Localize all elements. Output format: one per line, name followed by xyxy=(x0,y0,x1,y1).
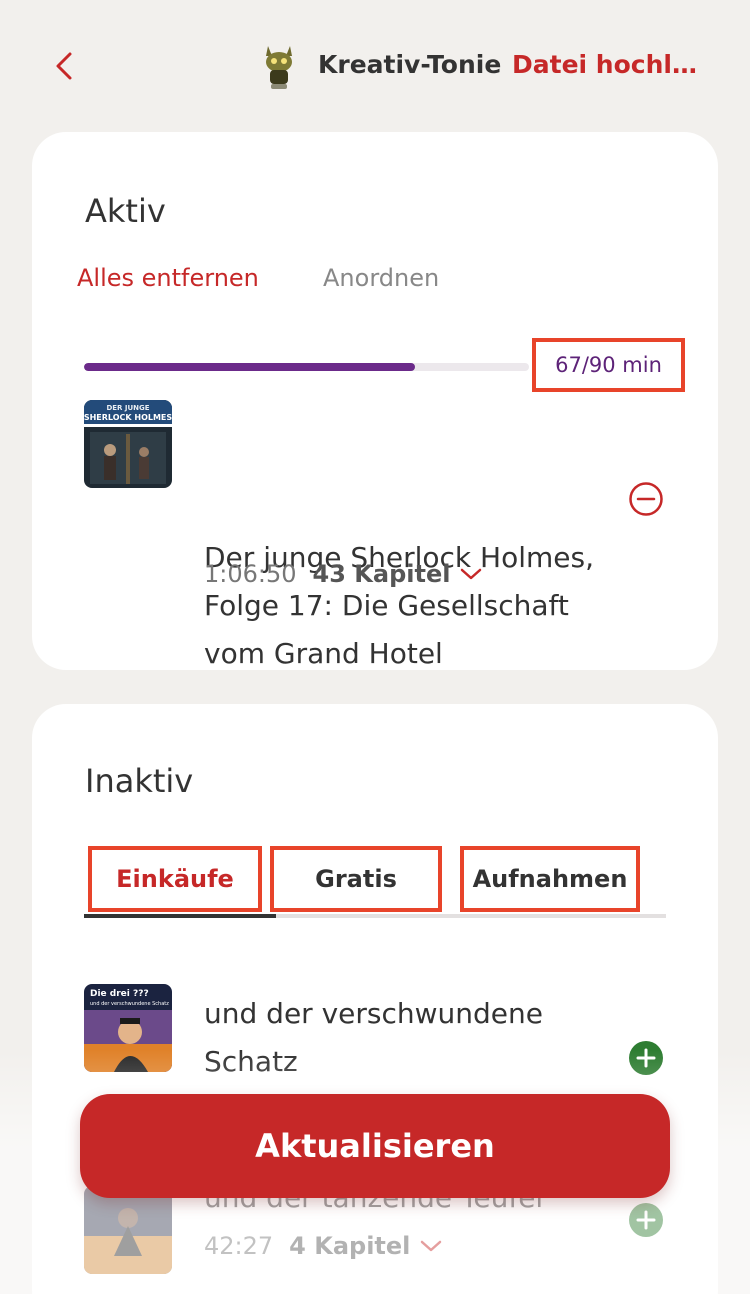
remove-track-icon[interactable] xyxy=(628,481,664,517)
update-button[interactable]: Aktualisieren xyxy=(80,1094,670,1198)
arrange-link[interactable]: Anordnen xyxy=(323,264,439,292)
chapters-toggle[interactable]: 4 Kapitel xyxy=(289,1232,442,1260)
track-meta: 1:06:50 43 Kapitel xyxy=(204,560,482,588)
tab-free[interactable]: Gratis xyxy=(270,846,442,912)
add-track-icon[interactable] xyxy=(628,1202,664,1238)
top-bar: Kreativ-Tonie Datei hochla... xyxy=(0,0,750,130)
svg-text:Die drei ???: Die drei ??? xyxy=(90,989,149,999)
active-tab-indicator xyxy=(84,914,276,918)
tonie-name: Kreativ-Tonie xyxy=(318,50,502,79)
tonie-figure-icon xyxy=(266,46,292,89)
chapters-toggle[interactable]: 43 Kapitel xyxy=(313,560,483,588)
track-title: Der junge Sherlock Holmes, Folge 17: Die… xyxy=(204,541,595,670)
track-meta: 42:27 4 Kapitel xyxy=(204,1232,442,1260)
upload-file-link[interactable]: Datei hochla... xyxy=(512,50,712,79)
back-button[interactable] xyxy=(48,48,80,84)
capacity-progress-fill xyxy=(84,363,416,371)
inactive-section-card: Inaktiv Einkäufe Gratis Aufnahmen Die dr… xyxy=(32,704,718,1294)
tab-recordings[interactable]: Aufnahmen xyxy=(460,846,640,912)
svg-text:SHERLOCK HOLMES: SHERLOCK HOLMES xyxy=(84,413,172,422)
capacity-label: 67/90 min xyxy=(532,338,685,392)
inactive-tabs: Einkäufe Gratis Aufnahmen xyxy=(84,844,666,918)
track-duration: 1:06:50 xyxy=(204,560,297,588)
track-duration: 42:27 xyxy=(204,1232,274,1260)
drei-fragezeichen-cover-image: Die drei ??? und der verschwundene Schat… xyxy=(84,984,172,1072)
active-section-card: Aktiv Alles entfernen Anordnen 67/90 min… xyxy=(32,132,718,670)
sherlock-cover-image: DER JUNGE SHERLOCK HOLMES xyxy=(84,400,172,488)
remove-all-link[interactable]: Alles entfernen xyxy=(77,264,259,292)
tab-purchases[interactable]: Einkäufe xyxy=(88,846,262,912)
inactive-section-title: Inaktiv xyxy=(85,762,194,800)
track-title: und der verschwundene Schatz xyxy=(204,997,543,1078)
svg-text:DER JUNGE: DER JUNGE xyxy=(106,404,149,412)
svg-text:und der verschwundene Schatz: und der verschwundene Schatz xyxy=(90,1001,169,1007)
chevron-down-icon xyxy=(461,568,482,580)
capacity-progress-bar xyxy=(84,363,529,371)
active-section-title: Aktiv xyxy=(85,192,166,230)
chevron-left-icon xyxy=(56,52,72,80)
chevron-down-icon xyxy=(421,1240,442,1252)
add-track-icon[interactable] xyxy=(628,1040,664,1076)
tanzende-teufel-cover-image xyxy=(84,1186,172,1274)
